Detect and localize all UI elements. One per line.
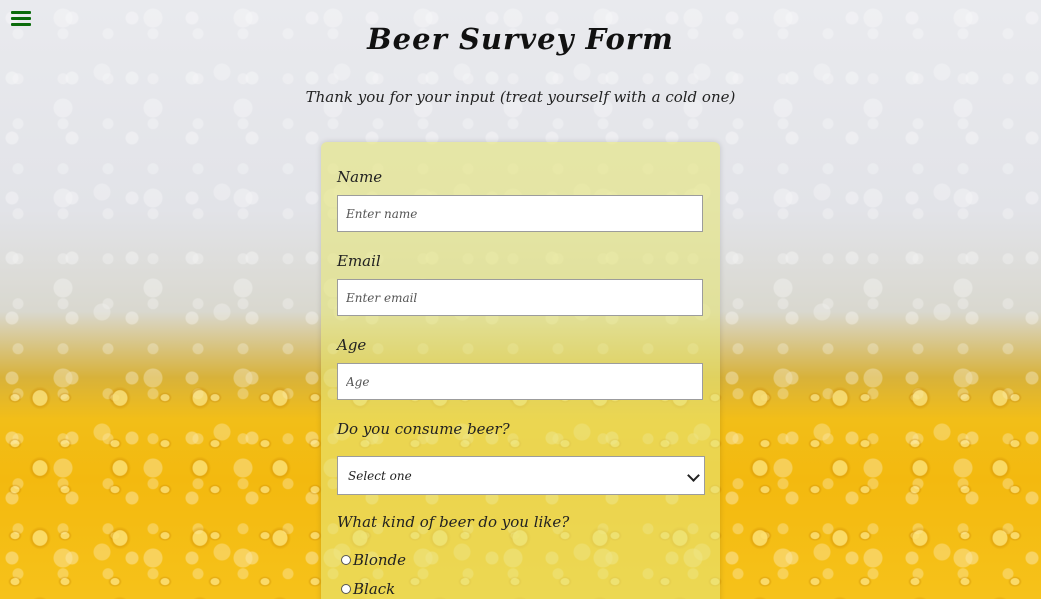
radio-option-label: Black [353,580,396,598]
email-input[interactable] [337,279,703,316]
name-input[interactable] [337,195,703,232]
beer-kind-label: What kind of beer do you like? [337,513,570,531]
consume-beer-selected-value: Select one [348,468,412,483]
page-title: Beer Survey Form [367,22,674,56]
radio-option-blonde[interactable]: Blonde [341,551,406,569]
age-label: Age [337,336,367,354]
survey-form: Name Email Age Do you consume beer? Sele… [321,142,720,599]
radio-option-black[interactable]: Black [341,580,395,598]
name-label: Name [337,168,383,186]
age-input[interactable] [337,363,703,400]
radio-option-label: Blonde [353,551,406,569]
chevron-down-icon [687,469,700,482]
radio-button-icon[interactable] [341,584,351,594]
consume-beer-label: Do you consume beer? [337,420,510,438]
menu-bar-top [11,11,31,14]
email-label: Email [337,252,381,270]
page-description: Thank you for your input (treat yourself… [305,88,736,106]
menu-bar-middle [11,17,31,20]
radio-button-icon[interactable] [341,555,351,565]
consume-beer-select[interactable]: Select one [337,456,705,495]
